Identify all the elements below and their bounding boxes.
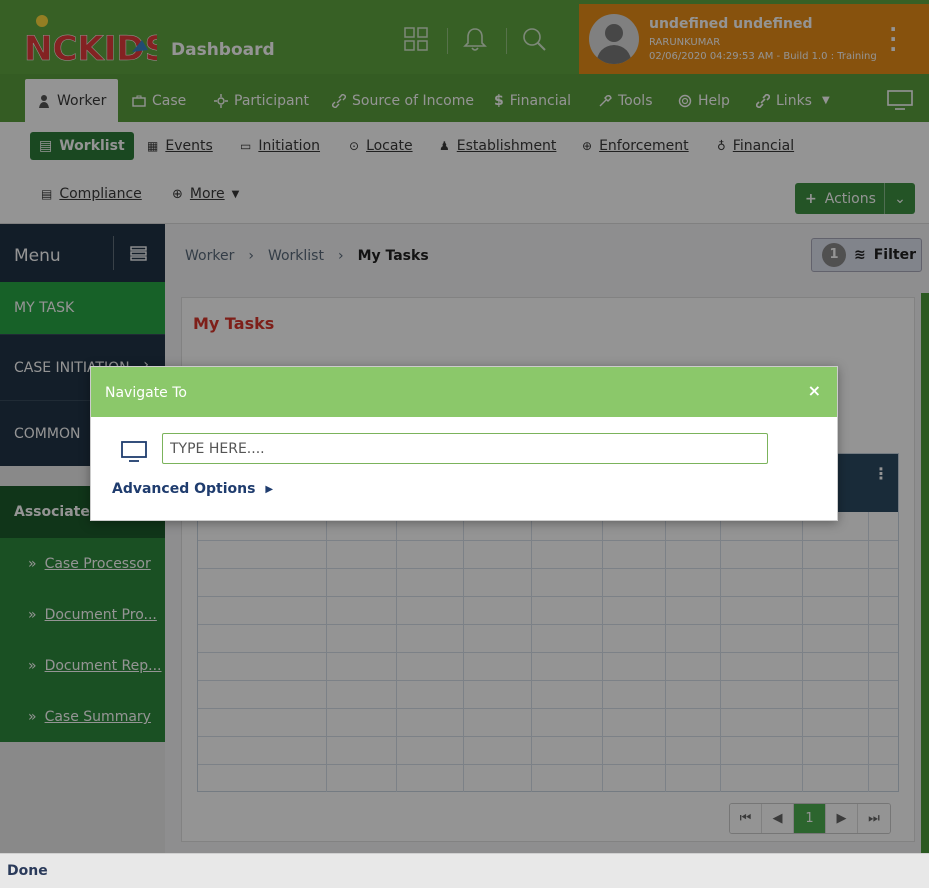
navigate-to-dialog: Navigate To × Advanced Options ▶ bbox=[90, 366, 838, 521]
dialog-title: Navigate To bbox=[105, 385, 187, 401]
status-bar: Done bbox=[0, 853, 929, 888]
advanced-options-label: Advanced Options bbox=[112, 481, 256, 497]
caret-right-icon: ▶ bbox=[265, 483, 274, 495]
close-icon[interactable]: × bbox=[808, 381, 821, 400]
navigate-search-input[interactable] bbox=[162, 433, 768, 464]
monitor-icon bbox=[121, 441, 147, 462]
status-text: Done bbox=[7, 863, 48, 879]
dialog-header: Navigate To × bbox=[91, 367, 837, 417]
advanced-options-toggle[interactable]: Advanced Options ▶ bbox=[112, 481, 273, 497]
